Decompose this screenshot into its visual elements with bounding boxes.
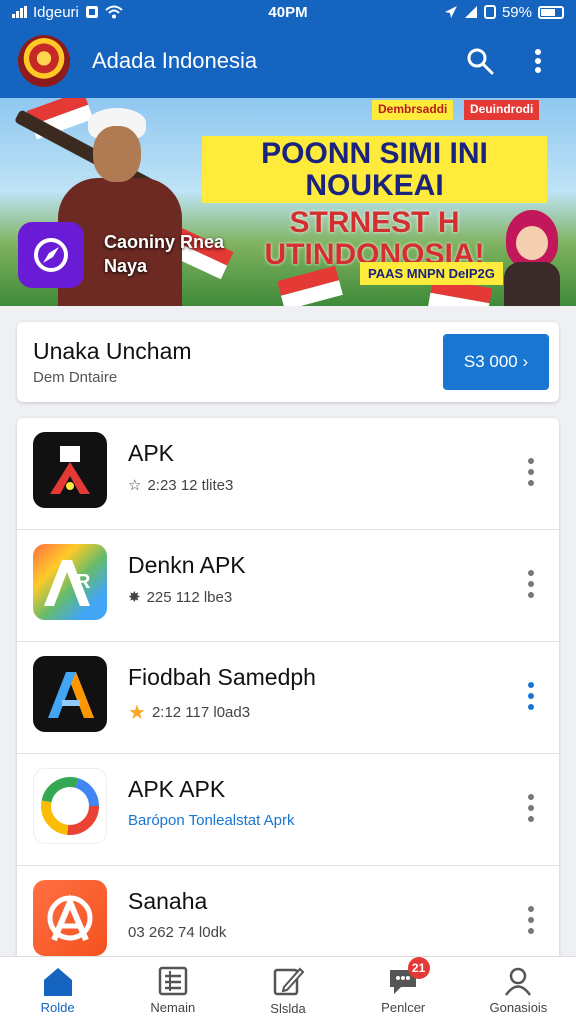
item-menu-button[interactable] <box>521 788 541 828</box>
app-name: Sanaha <box>128 888 208 914</box>
list-item[interactable]: APK ☆ 2:23 12 tlite3 <box>17 418 559 530</box>
item-menu-button[interactable] <box>521 676 541 716</box>
app-meta-text: 2:23 12 tlite3 <box>147 476 234 494</box>
sim-icon <box>85 6 98 18</box>
bottom-navigation: Rolde Nemain Slslda 21 Penlcer Gonasiois <box>0 956 576 1024</box>
cell-signal-icon <box>464 6 477 18</box>
edit-icon <box>273 967 304 996</box>
badge-star-icon: ✸ <box>128 589 141 606</box>
item-menu-button[interactable] <box>521 900 541 940</box>
banner-tag-left: Dembrsaddi <box>372 100 454 120</box>
promo-price-button[interactable]: S3 000 › <box>443 334 549 390</box>
banner-tag-right: Deuindrodi <box>464 100 540 120</box>
location-icon <box>444 6 457 18</box>
banner-app-name-line-1: Caoniny Rnea <box>104 232 225 252</box>
apk-red-a-icon <box>50 446 90 494</box>
more-vertical-icon <box>535 49 541 73</box>
app-icon: R <box>33 544 107 620</box>
promo-title: Unaka Uncham <box>33 338 192 364</box>
apk-ring-icon <box>41 777 99 835</box>
nav-label: Rolde <box>40 1000 75 1015</box>
app-name: APK APK <box>128 776 226 802</box>
nav-item-list[interactable]: Nemain <box>115 957 230 1024</box>
nfc-icon <box>483 5 496 19</box>
promo-banner[interactable]: Dembrsaddi Deuindrodi POONN SIMI INI NOU… <box>0 98 576 306</box>
app-title: Adada Indonesia <box>92 48 258 73</box>
app-meta: ☆ 2:23 12 tlite3 <box>128 476 234 495</box>
app-meta-text: 225 112 lbe3 <box>146 588 233 606</box>
app-icon <box>33 432 107 508</box>
nav-item-messages[interactable]: 21 Penlcer <box>346 957 461 1024</box>
app-meta: Barópon Tonlealstat Aprk <box>128 812 295 829</box>
star-icon: ★ <box>128 702 146 724</box>
app-logo <box>18 35 70 87</box>
banner-app-name: Caoniny Rnea Naya <box>104 230 224 279</box>
app-bar: Adada Indonesia <box>0 24 576 98</box>
wifi-icon <box>105 5 123 19</box>
banner-headline-line-2: STRNEST H UTINDONOSIA! <box>264 206 485 271</box>
banner-app-icon <box>18 222 84 288</box>
app-list: APK ☆ 2:23 12 tlite3 R Denkn APK ✸ 225 112… <box>17 418 559 978</box>
app-meta-text: 03 262 74 l0dk <box>128 924 227 941</box>
item-menu-button[interactable] <box>521 452 541 492</box>
search-button[interactable] <box>460 41 500 81</box>
app-name: APK <box>128 440 175 466</box>
status-bar: Idgeuri 40PM 59% <box>0 0 576 24</box>
search-icon <box>467 48 494 75</box>
app-meta-text: Barópon Tonlealstat Aprk <box>128 812 295 829</box>
battery-percent: 59% <box>501 3 532 21</box>
nav-item-profile[interactable]: Gonasiois <box>461 957 576 1024</box>
nav-item-edit[interactable]: Slslda <box>230 957 345 1024</box>
app-meta: ★ 2:12 117 l0ad3 <box>128 700 250 725</box>
signal-icon <box>12 6 27 18</box>
app-name: Denkn APK <box>128 552 246 578</box>
star-outline-icon: ☆ <box>128 477 142 494</box>
overflow-menu-button[interactable] <box>518 41 558 81</box>
app-meta: 03 262 74 l0dk <box>128 924 226 941</box>
nav-label: Slslda <box>270 1001 306 1016</box>
apk-circle-a-icon <box>47 894 93 942</box>
home-icon <box>43 968 72 996</box>
app-icon <box>33 880 107 956</box>
list-item[interactable]: APK APK Barópon Tonlealstat Aprk <box>17 754 559 866</box>
app-icon <box>33 768 107 844</box>
list-icon <box>158 966 188 996</box>
nav-label: Gonasiois <box>489 1000 548 1015</box>
nav-item-home[interactable]: Rolde <box>0 957 115 1024</box>
apk-rainbow-a-icon: R <box>44 560 91 606</box>
list-item[interactable]: R Denkn APK ✸ 225 112 lbe3 <box>17 530 559 642</box>
promo-card: Unaka Uncham Dem Dntaire S3 000 › <box>17 322 559 402</box>
app-name: Fiodbah Samedph <box>128 664 316 690</box>
list-item[interactable]: Fiodbah Samedph ★ 2:12 117 l0ad3 <box>17 642 559 754</box>
apk-3d-a-icon <box>48 672 94 718</box>
girl-illustration <box>500 210 564 306</box>
nav-label: Nemain <box>150 1000 196 1015</box>
person-icon <box>505 967 532 996</box>
item-menu-button[interactable] <box>521 564 541 604</box>
banner-headline: POONN SIMI INI NOUKEAI STRNEST H UTINDON… <box>202 136 547 270</box>
nav-label: Penlcer <box>381 1000 426 1015</box>
app-meta: ✸ 225 112 lbe3 <box>128 588 233 607</box>
notification-badge: 21 <box>407 957 430 979</box>
flag-decoration <box>277 266 343 306</box>
app-icon <box>33 656 107 732</box>
promo-subtitle: Dem Dntaire <box>33 369 118 386</box>
banner-headline-line-1: POONN SIMI INI NOUKEAI <box>202 136 547 203</box>
compass-icon <box>34 238 68 272</box>
carrier-name: Idgeuri <box>33 3 79 21</box>
app-meta-text: 2:12 117 l0ad3 <box>151 704 251 721</box>
status-time: 40PM <box>268 3 308 21</box>
svg-text:R: R <box>76 571 91 593</box>
banner-app-name-line-2: Naya <box>104 256 148 277</box>
battery-icon <box>538 5 564 19</box>
banner-pass-label: PAAS MNPN DeIP2G <box>360 262 503 285</box>
